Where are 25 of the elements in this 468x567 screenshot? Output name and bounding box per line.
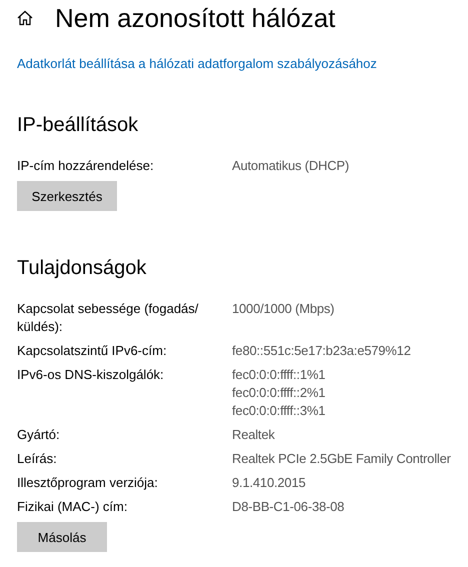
property-label: Leírás: (17, 450, 58, 468)
section-heading: Tulajdonságok (17, 257, 148, 280)
property-value: fec0:0:0:ffff::1%1 (232, 366, 326, 384)
action-button[interactable]: Másolás (17, 522, 107, 552)
property-value: fec0:0:0:ffff::3%1 (232, 402, 326, 420)
property-label: Gyártó: (17, 426, 61, 444)
property-value: Realtek (232, 426, 276, 444)
property-value: fec0:0:0:ffff::2%1 (232, 384, 326, 402)
property-label: Illesztőprogram verziója: (17, 474, 159, 492)
property-value: D8-BB-C1-06-38-08 (232, 498, 346, 516)
property-value: fe80::551c:5e17:b23a:e579%12 (232, 342, 412, 360)
property-label: Kapcsolat sebessége (fogadás/ küldés): (17, 300, 200, 336)
property-label: Fizikai (MAC-) cím: (17, 498, 128, 516)
property-label: Kapcsolatszintű IPv6-cím: (17, 342, 168, 360)
home-icon[interactable] (17, 10, 33, 26)
property-value: 9.1.410.2015 (232, 474, 307, 492)
action-button[interactable]: Szerkesztés (17, 181, 117, 211)
page-title: Nem azonosított hálózat (55, 2, 336, 34)
data-limit-link[interactable]: Adatkorlát beállítása a hálózati adatforgalom szabályozásához (17, 56, 468, 71)
section-heading: IP-beállítások (17, 114, 140, 137)
property-value: Automatikus (DHCP) (232, 157, 350, 175)
property-label: IP-cím hozzárendelése: (17, 157, 155, 175)
property-value: 1000/1000 (Mbps) (232, 300, 336, 318)
property-value: Realtek PCIe 2.5GbE Family Controller (232, 450, 452, 468)
property-label: IPv6-os DNS-kiszolgálók: (17, 366, 165, 384)
